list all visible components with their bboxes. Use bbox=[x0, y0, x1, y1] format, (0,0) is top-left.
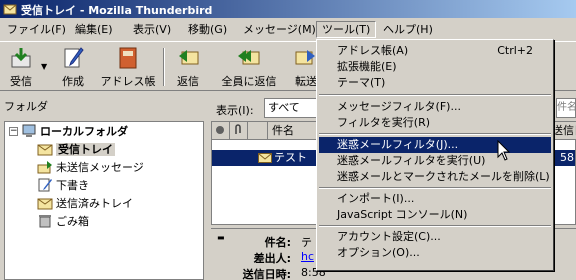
from-header-label: 差出人: bbox=[253, 252, 291, 265]
menu-item-extensions[interactable]: 拡張機能(E) bbox=[319, 59, 551, 75]
menu-item-import[interactable]: インポート(I)... bbox=[319, 191, 551, 207]
drafts-icon bbox=[38, 178, 52, 192]
receive-icon bbox=[11, 48, 31, 68]
tree-collapse-icon[interactable]: − bbox=[9, 127, 18, 136]
menu-item-run-filters[interactable]: フィルタを実行(R) bbox=[319, 115, 551, 131]
reply-button[interactable]: 返信 bbox=[172, 46, 204, 90]
folder-pane-header: フォルダ bbox=[4, 100, 48, 113]
thunderbird-app-icon bbox=[3, 4, 17, 15]
col-thread[interactable] bbox=[212, 122, 230, 140]
inbox-icon bbox=[37, 144, 53, 156]
menu-item-message-filters[interactable]: メッセージフィルタ(F)... bbox=[319, 99, 551, 115]
tree-root-local-folders[interactable]: ローカルフォルダ bbox=[21, 124, 128, 140]
view-filter-label: 表示(I): bbox=[216, 104, 254, 117]
menu-item-options[interactable]: オプション(O)... bbox=[319, 245, 551, 261]
window-title: 受信トレイ - Mozilla Thunderbird bbox=[21, 4, 213, 17]
menu-item-js-console[interactable]: JavaScript コンソール(N) bbox=[319, 207, 551, 223]
reply-label: 返信 bbox=[177, 75, 199, 88]
menu-tools[interactable]: ツール(T) bbox=[316, 21, 377, 38]
menu-item-addressbook-label: アドレス帳(A) bbox=[337, 44, 409, 57]
col-attachment[interactable] bbox=[230, 122, 248, 140]
menu-item-delete-junk[interactable]: 迷惑メールとマークされたメールを削除(L) bbox=[319, 169, 551, 185]
menu-view[interactable]: 表示(V) bbox=[128, 21, 176, 38]
reply-all-button[interactable]: 全員に返信 bbox=[218, 46, 280, 90]
menu-item-account-settings[interactable]: アカウント設定(C)... bbox=[319, 229, 551, 245]
folder-label-unsent: 未送信メッセージ bbox=[56, 161, 144, 174]
folder-item-trash[interactable]: ごみ箱 bbox=[37, 214, 89, 230]
compose-button[interactable]: 作成 bbox=[56, 46, 90, 90]
unsent-icon bbox=[37, 161, 52, 174]
thread-icon bbox=[216, 126, 224, 134]
sent-icon bbox=[37, 198, 53, 210]
menu-item-junk-filter[interactable]: 迷惑メールフィルタ(J)... bbox=[319, 137, 551, 153]
computer-icon bbox=[22, 124, 36, 137]
folder-pane: − ローカルフォルダ 受信トレイ 未送信メッセージ 下書き 送信済みトレイ ごみ… bbox=[4, 121, 204, 280]
menu-separator bbox=[319, 133, 551, 135]
mouse-cursor-icon bbox=[497, 140, 511, 161]
menu-message[interactable]: メッセージ(M) bbox=[238, 21, 321, 38]
search-box[interactable]: 件名送信 bbox=[556, 98, 576, 118]
attachment-icon bbox=[235, 124, 241, 134]
addressbook-button[interactable]: アドレス帳 bbox=[100, 46, 156, 90]
from-header-value[interactable]: hc bbox=[301, 250, 314, 263]
folder-item-inbox[interactable]: 受信トレイ bbox=[37, 142, 115, 158]
menu-file[interactable]: ファイル(F) bbox=[2, 21, 71, 38]
trash-icon bbox=[39, 215, 51, 228]
row-subject: テスト bbox=[274, 151, 307, 164]
menu-item-run-junk-filter[interactable]: 迷惑メールフィルタを実行(U) bbox=[319, 153, 551, 169]
menu-separator bbox=[319, 94, 551, 96]
reply-icon bbox=[179, 50, 199, 65]
date-header-label: 送信日時: bbox=[242, 268, 291, 280]
compose-label: 作成 bbox=[62, 75, 84, 88]
folder-item-unsent[interactable]: 未送信メッセージ bbox=[37, 160, 144, 176]
view-filter-select[interactable]: すべて bbox=[264, 98, 324, 118]
reply-all-icon bbox=[238, 50, 260, 65]
menu-separator bbox=[319, 187, 551, 189]
receive-dropdown-icon[interactable]: ▼ bbox=[41, 62, 47, 71]
menu-bar: ファイル(F) 編集(E) 表示(V) 移動(G) メッセージ(M) ツール(T… bbox=[0, 20, 576, 39]
title-bar: 受信トレイ - Mozilla Thunderbird bbox=[0, 0, 576, 18]
menu-separator bbox=[319, 225, 551, 227]
row-date: 58 bbox=[560, 151, 574, 164]
col-read[interactable] bbox=[248, 122, 268, 140]
receive-button[interactable]: 受信 bbox=[4, 46, 38, 90]
menu-help[interactable]: ヘルプ(H) bbox=[378, 21, 438, 38]
folder-label-inbox: 受信トレイ bbox=[56, 143, 115, 156]
addressbook-icon bbox=[119, 47, 137, 69]
folder-item-drafts[interactable]: 下書き bbox=[37, 178, 89, 194]
toolbar-separator bbox=[163, 48, 165, 86]
forward-icon bbox=[295, 50, 315, 65]
tools-menu-dropdown: アドレス帳(A) Ctrl+2 拡張機能(E) テーマ(T) メッセージフィルタ(… bbox=[316, 39, 554, 271]
message-icon bbox=[258, 153, 272, 163]
folder-item-sent[interactable]: 送信済みトレイ bbox=[37, 196, 133, 212]
menu-item-addressbook-shortcut: Ctrl+2 bbox=[497, 44, 533, 57]
folder-label-drafts: 下書き bbox=[56, 179, 89, 192]
folder-label-trash: ごみ箱 bbox=[56, 215, 89, 228]
tree-root-label: ローカルフォルダ bbox=[40, 125, 128, 138]
menu-edit[interactable]: 編集(E) bbox=[70, 21, 118, 38]
menu-go[interactable]: 移動(G) bbox=[183, 21, 232, 38]
subject-header-value: テ bbox=[301, 236, 312, 249]
reply-all-label: 全員に返信 bbox=[221, 75, 277, 88]
addressbook-label: アドレス帳 bbox=[100, 75, 156, 88]
subject-header-label: 件名: bbox=[264, 236, 291, 249]
folder-label-sent: 送信済みトレイ bbox=[56, 197, 133, 210]
menu-item-themes[interactable]: テーマ(T) bbox=[319, 75, 551, 91]
menu-item-addressbook[interactable]: アドレス帳(A) Ctrl+2 bbox=[319, 43, 551, 59]
compose-icon bbox=[64, 47, 84, 68]
receive-label: 受信 bbox=[10, 75, 32, 88]
